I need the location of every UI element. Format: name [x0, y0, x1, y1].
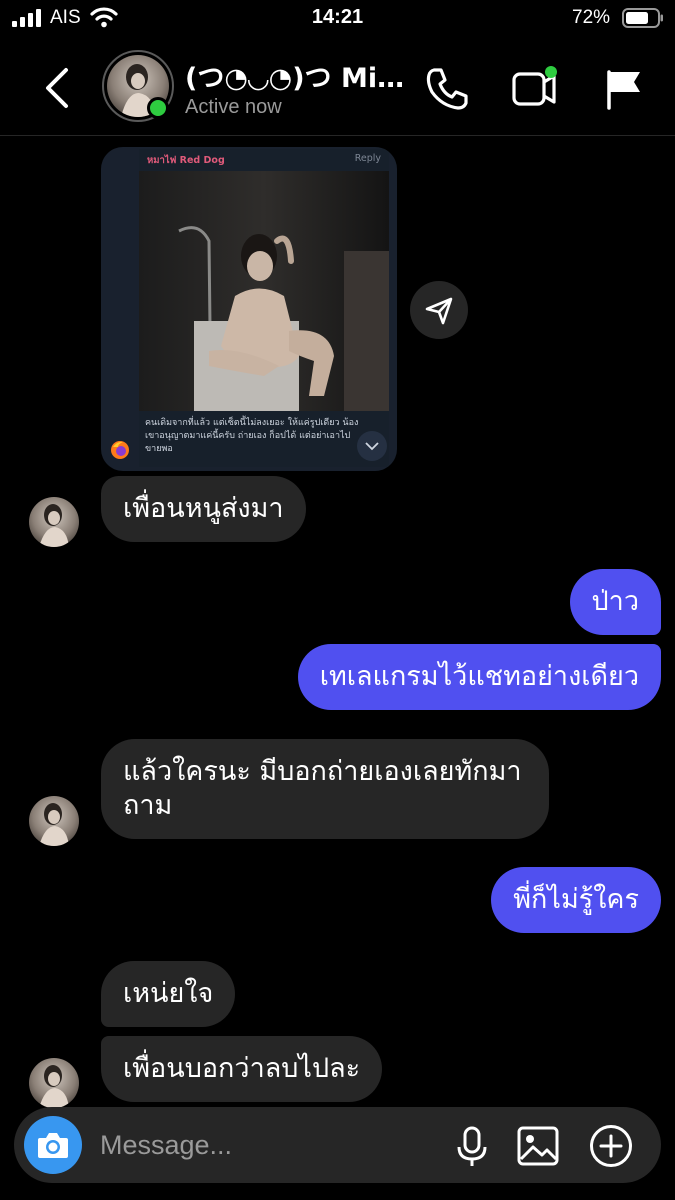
contact-status: Active now [185, 96, 282, 118]
message-composer [14, 1107, 661, 1183]
message-bubble[interactable]: แล้วใครนะ มีบอกถ่ายเองเลยทักมา ถาม [101, 739, 549, 839]
sender-avatar[interactable] [29, 497, 79, 547]
message-line: ถาม [123, 790, 173, 821]
chat-header: (つ◔◡◔)つ Mis... Active now [0, 42, 675, 136]
video-camera-icon[interactable] [510, 64, 560, 110]
microphone-icon[interactable] [452, 1125, 492, 1169]
message-line: แล้วใครนะ มีบอกถ่ายเองเลยทักมา [123, 756, 522, 787]
status-bar: AIS 14:21 72% [0, 0, 675, 40]
firefox-icon [111, 441, 129, 459]
sender-avatar[interactable] [29, 796, 79, 846]
shared-photo [139, 171, 389, 411]
shared-screenshot: หมาไฟ Red Dog Reply คนเดิมจากที่แล้ว แต่… [139, 149, 389, 467]
message-bubble[interactable]: ป่าว [569, 569, 661, 635]
contact-name[interactable]: (つ◔◡◔)つ Mis... [185, 56, 410, 95]
shared-sender: หมาไฟ Red Dog [147, 155, 225, 166]
message-bubble[interactable]: เพื่อนบอกว่าลบไปละ [101, 1036, 383, 1102]
message-bubble[interactable]: เพื่อนหนูส่งมา [101, 476, 306, 542]
shared-caption: คนเดิมจากที่แล้ว แต่เซ็ตนี้ไม่ลงเยอะ ให้… [145, 418, 359, 454]
sender-avatar[interactable] [29, 1058, 79, 1108]
chevron-down-icon[interactable] [357, 431, 387, 461]
shared-image-message[interactable]: หมาไฟ Red Dog Reply คนเดิมจากที่แล้ว แต่… [101, 147, 397, 471]
battery-icon [622, 8, 663, 28]
battery-percent: 72% [572, 7, 611, 28]
camera-button[interactable] [24, 1116, 82, 1174]
message-bubble[interactable]: เหน่ยใจ [101, 961, 236, 1027]
message-bubble[interactable]: พี่ก็ไม่รู้ใคร [491, 867, 661, 933]
message-input[interactable] [100, 1125, 430, 1165]
camera-icon [38, 1133, 68, 1158]
share-button[interactable] [410, 281, 468, 339]
chevron-left-icon[interactable] [40, 66, 74, 110]
plus-circle-icon[interactable] [588, 1123, 634, 1169]
message-bubble[interactable]: เทเลแกรมไว้แชทอย่างเดียว [297, 644, 661, 710]
image-icon[interactable] [516, 1125, 560, 1167]
flag-icon[interactable] [604, 66, 644, 112]
phone-icon[interactable] [424, 66, 470, 112]
shared-reply-label: Reply [354, 153, 381, 164]
online-indicator [147, 97, 169, 119]
send-icon [425, 297, 453, 325]
